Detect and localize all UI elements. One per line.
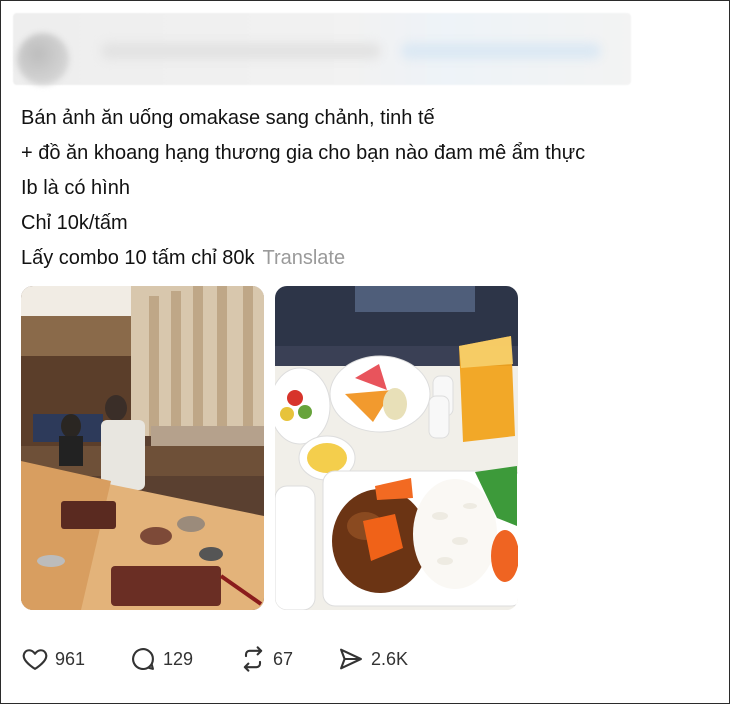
reply-count: 129: [163, 648, 194, 669]
post-actions: 961 129 67 2.6K: [21, 643, 441, 675]
post-line-4: Chỉ 10k/tấm: [21, 212, 128, 234]
post-line-1: Bán ảnh ăn uống omakase sang chảnh, tinh…: [21, 107, 435, 129]
translate-link[interactable]: Translate: [262, 247, 345, 269]
share-count: 2.6K: [371, 648, 409, 669]
send-icon: [340, 648, 362, 670]
reply-button[interactable]: 129: [129, 643, 193, 675]
share-button[interactable]: 2.6K: [337, 643, 408, 675]
post-line-5: Lấy combo 10 tấm chỉ 80k Translate: [21, 241, 721, 276]
post-line-2: + đồ ăn khoang hạng thương gia cho bạn n…: [21, 142, 586, 164]
post-card: Bán ảnh ăn uống omakase sang chảnh, tinh…: [0, 0, 730, 704]
like-button[interactable]: 961: [21, 643, 85, 675]
business-class-meal-photo[interactable]: [275, 286, 518, 610]
repost-icon: [243, 646, 263, 672]
like-count: 961: [55, 648, 86, 669]
post-line-3: Ib là có hình: [21, 177, 130, 199]
comment-icon: [132, 648, 154, 671]
heart-icon: [22, 649, 48, 670]
post-body: Bán ảnh ăn uống omakase sang chảnh, tinh…: [21, 101, 721, 276]
repost-count: 67: [273, 648, 294, 669]
repost-button[interactable]: 67: [239, 643, 293, 675]
author-name-blurred[interactable]: [101, 43, 381, 59]
author-handle-blurred[interactable]: [401, 43, 601, 59]
post-line-5-text: Lấy combo 10 tấm chỉ 80k: [21, 247, 255, 269]
avatar[interactable]: [17, 33, 69, 85]
omakase-restaurant-photo[interactable]: [21, 286, 264, 610]
